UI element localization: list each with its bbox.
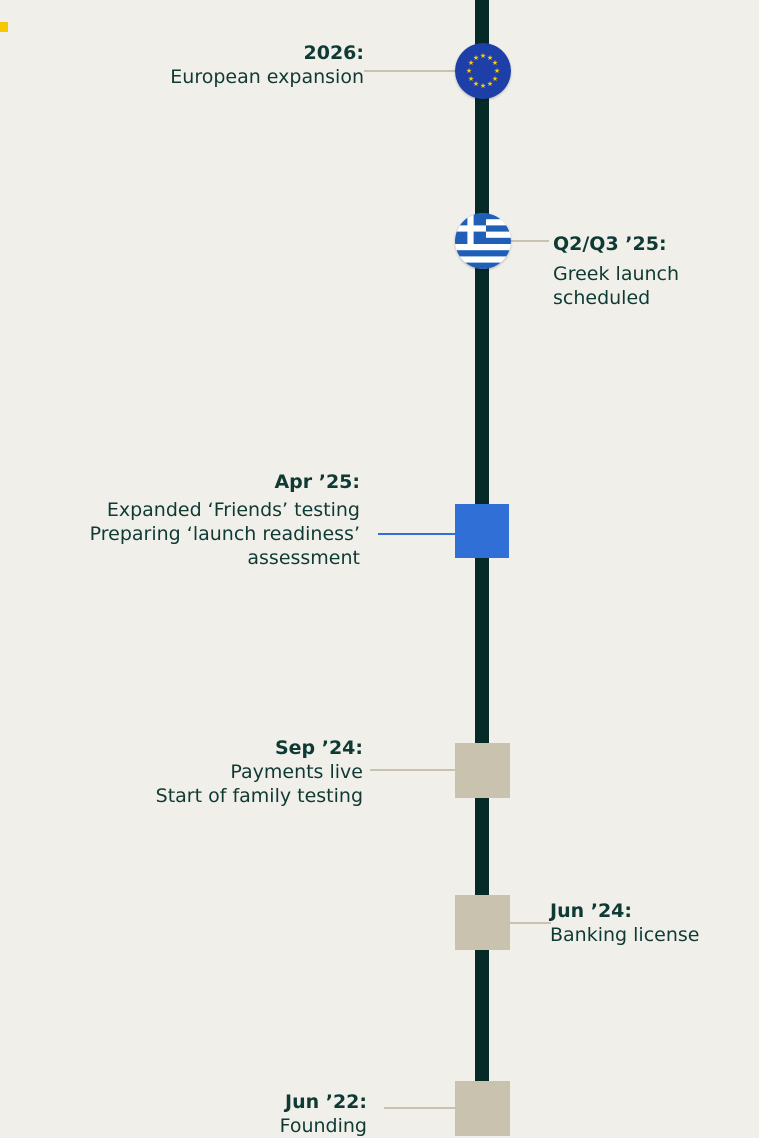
milestone-label-jun-24: Jun ’24: Banking license <box>550 899 699 947</box>
past-milestone-marker <box>455 1081 510 1136</box>
corner-accent-mark <box>0 22 8 32</box>
milestone-date: Apr ’25: <box>274 471 360 493</box>
timeline-spine <box>475 0 489 1136</box>
milestone-connector-apr-25 <box>378 533 456 535</box>
milestone-connector-jun-22 <box>384 1107 456 1109</box>
milestone-date: 2026: <box>303 42 364 64</box>
milestone-text: Banking license <box>550 924 700 946</box>
svg-text:★: ★ <box>487 80 493 88</box>
svg-text:★: ★ <box>480 82 486 90</box>
milestone-label-sep-24: Sep ’24: Payments live Start of family t… <box>156 736 363 808</box>
milestone-text: Start of family testing <box>155 785 363 807</box>
milestone-text: European expansion <box>170 66 364 88</box>
milestone-date: Jun ’22: <box>285 1091 367 1113</box>
svg-text:★: ★ <box>468 75 474 83</box>
milestone-connector-2026 <box>364 70 460 72</box>
milestone-label-jun-22: Jun ’22: Founding <box>280 1090 367 1138</box>
milestone-text: assessment <box>247 547 360 569</box>
milestone-label-2026: 2026: European expansion <box>170 41 364 89</box>
milestone-date: Q2/Q3 ’25: <box>553 233 667 255</box>
milestone-label-q2q3-25: Q2/Q3 ’25: Greek launch scheduled <box>553 232 679 310</box>
svg-text:★: ★ <box>480 52 486 60</box>
svg-text:★: ★ <box>492 59 498 67</box>
milestone-date: Sep ’24: <box>274 737 363 759</box>
milestone-date: Jun ’24: <box>550 900 632 922</box>
past-milestone-marker <box>455 743 510 798</box>
milestone-text: Founding <box>279 1115 367 1137</box>
milestone-connector-q2q3-25 <box>505 240 549 242</box>
past-milestone-marker <box>455 895 510 950</box>
milestone-connector-sep-24 <box>370 769 456 771</box>
milestone-text: Expanded ‘Friends’ testing <box>106 499 360 521</box>
greece-flag-icon <box>455 213 511 269</box>
svg-text:★: ★ <box>494 67 500 75</box>
milestone-connector-jun-24 <box>509 922 551 924</box>
milestone-text: Payments live <box>230 761 363 783</box>
milestone-label-apr-25: Apr ’25: Expanded ‘Friends’ testing Prep… <box>90 470 360 570</box>
milestone-text: scheduled <box>553 287 651 309</box>
milestone-text: Preparing ‘launch readiness’ <box>89 523 360 545</box>
eu-flag-icon: ★ ★ ★ ★ ★ ★ ★ ★ ★ ★ ★ ★ <box>455 43 511 99</box>
svg-text:★: ★ <box>466 67 472 75</box>
current-milestone-marker <box>455 504 509 558</box>
svg-text:★: ★ <box>473 54 479 62</box>
milestone-text: Greek launch <box>553 263 680 285</box>
